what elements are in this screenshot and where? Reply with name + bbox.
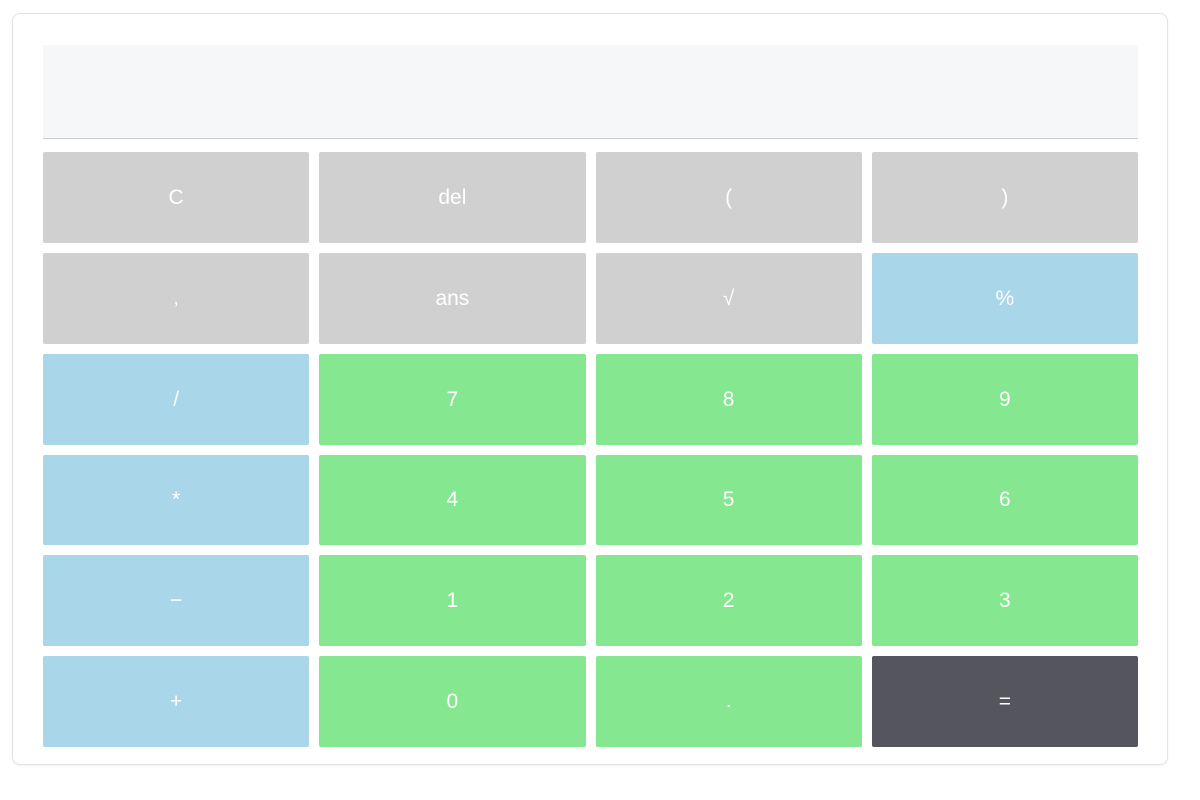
display-area bbox=[43, 45, 1138, 139]
key-sqrt[interactable]: √ bbox=[595, 252, 862, 344]
key-decimal[interactable]: . bbox=[595, 656, 862, 747]
key-multiply[interactable]: * bbox=[43, 454, 310, 546]
key-digit-9[interactable]: 9 bbox=[871, 353, 1138, 445]
key-clear[interactable]: C bbox=[43, 152, 310, 243]
key-digit-4[interactable]: 4 bbox=[319, 454, 586, 546]
key-digit-0[interactable]: 0 bbox=[319, 656, 586, 747]
key-percent[interactable]: % bbox=[871, 252, 1138, 344]
key-digit-8[interactable]: 8 bbox=[595, 353, 862, 445]
keypad-grid: Cdel(), ans √% /7 8 9 * 4 5 6 −1 2 3 +0. = bbox=[43, 152, 1138, 747]
key-comma[interactable]: , bbox=[43, 252, 310, 344]
key-digit-6[interactable]: 6 bbox=[871, 454, 1138, 546]
display-input[interactable] bbox=[43, 45, 1138, 139]
calculator-card: Cdel(), ans √% /7 8 9 * 4 5 6 −1 2 3 +0. = bbox=[12, 13, 1168, 765]
key-subtract[interactable]: − bbox=[43, 555, 310, 647]
key-digit-1[interactable]: 1 bbox=[319, 555, 586, 647]
key-divide[interactable]: / bbox=[43, 353, 310, 445]
key-paren-open[interactable]: ( bbox=[595, 152, 862, 243]
key-paren-close[interactable]: ) bbox=[871, 152, 1138, 243]
key-digit-5[interactable]: 5 bbox=[595, 454, 862, 546]
key-delete[interactable]: del bbox=[319, 152, 586, 243]
key-digit-3[interactable]: 3 bbox=[871, 555, 1138, 647]
key-digit-7[interactable]: 7 bbox=[319, 353, 586, 445]
key-digit-2[interactable]: 2 bbox=[595, 555, 862, 647]
key-equals[interactable]: = bbox=[871, 656, 1138, 747]
key-add[interactable]: + bbox=[43, 656, 310, 747]
key-answer[interactable]: ans bbox=[319, 252, 586, 344]
